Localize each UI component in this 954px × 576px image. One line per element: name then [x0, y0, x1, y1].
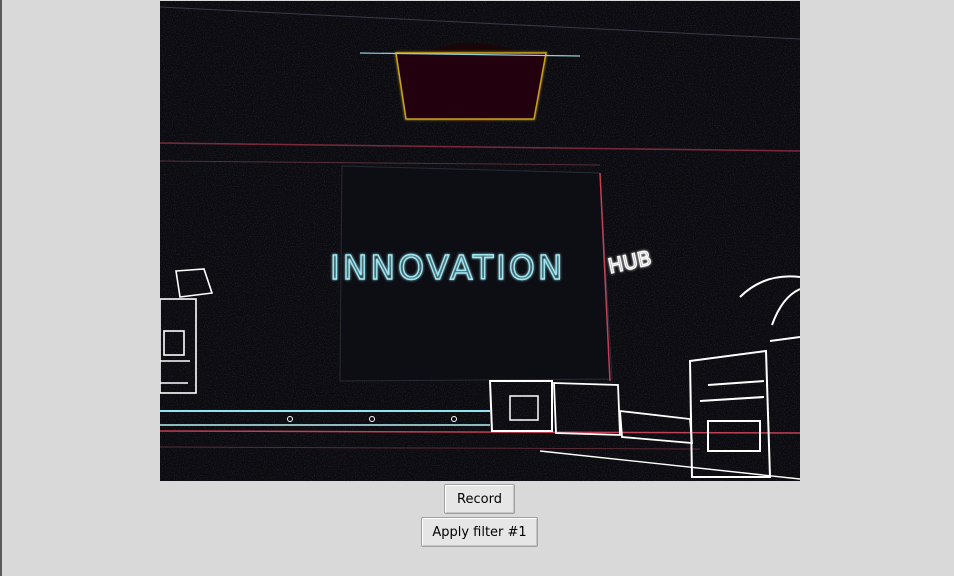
app-window: INNOVATION HUB Record Apply filter #1: [0, 0, 954, 576]
apply-filter-button[interactable]: Apply filter #1: [421, 517, 538, 547]
video-preview: INNOVATION HUB: [160, 1, 800, 481]
record-button[interactable]: Record: [444, 484, 515, 514]
edge-filtered-frame: INNOVATION HUB: [160, 1, 800, 481]
window-border: [0, 0, 2, 576]
sign-main-text: INNOVATION: [330, 248, 566, 287]
